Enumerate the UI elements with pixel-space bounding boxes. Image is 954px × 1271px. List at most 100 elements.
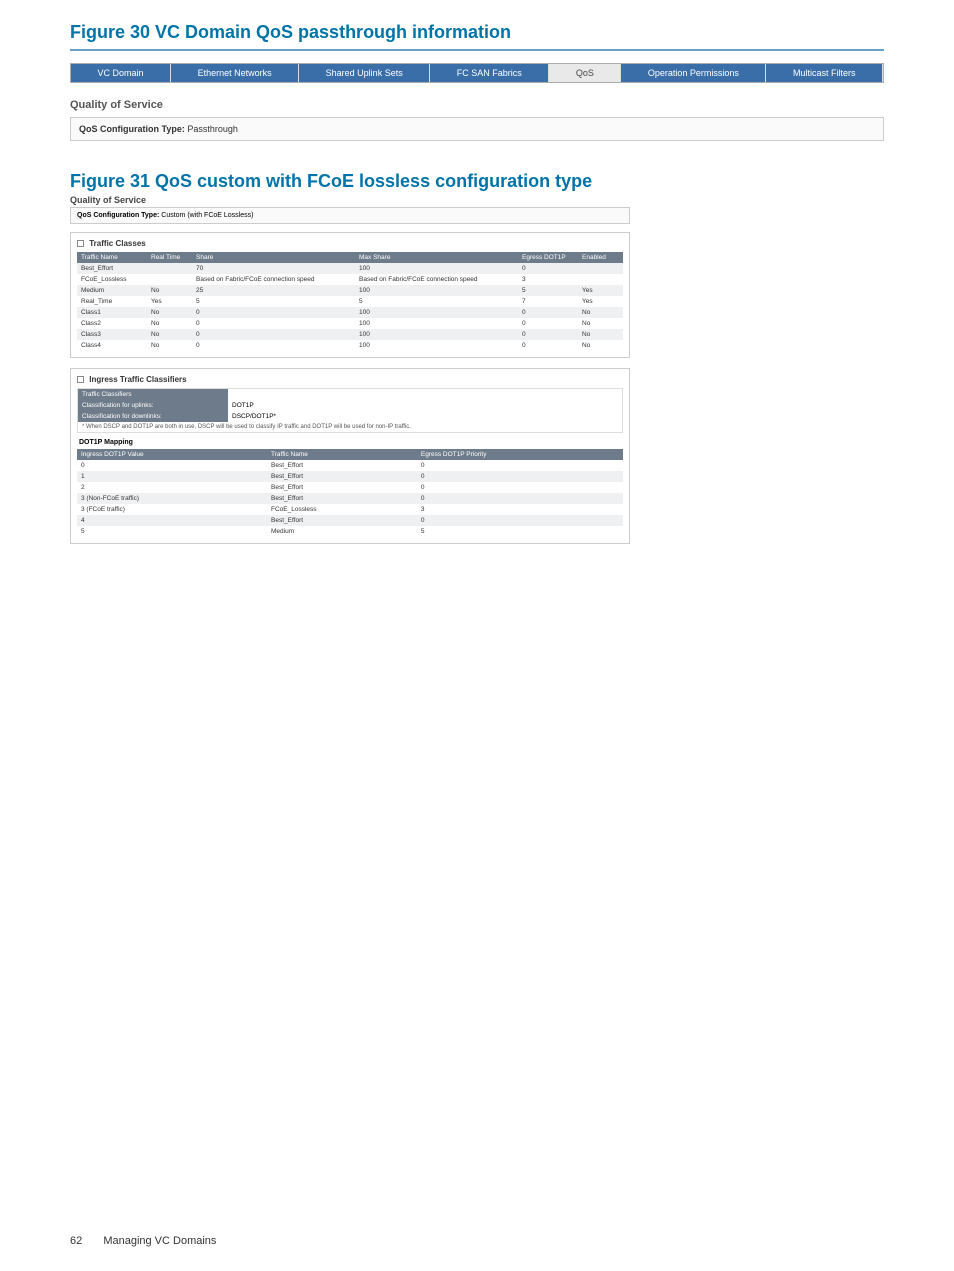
cell: 7 — [518, 296, 578, 307]
cell: 1 — [77, 471, 267, 482]
cell: 0 — [417, 515, 623, 526]
cell: Best_Effort — [267, 460, 417, 471]
cell — [578, 274, 623, 285]
table-row: Real_TimeYes557Yes — [77, 296, 623, 307]
cell: 3 — [417, 504, 623, 515]
cell: 5 — [192, 296, 355, 307]
qos-config-panel-2: QoS Configuration Type: Custom (with FCo… — [70, 207, 630, 224]
cell: No — [578, 340, 623, 351]
traffic-classes-title: Traffic Classes — [77, 239, 623, 248]
cell: 0 — [77, 460, 267, 471]
cell: Best_Effort — [267, 482, 417, 493]
cell: Medium — [267, 526, 417, 537]
tab-ethernet-networks[interactable]: Ethernet Networks — [171, 64, 299, 82]
page-footer: 62 Managing VC Domains — [70, 1235, 216, 1247]
cell: 5 — [77, 526, 267, 537]
dot1p-mapping-table: Ingress DOT1P Value Traffic Name Egress … — [77, 449, 623, 537]
cell: 0 — [417, 471, 623, 482]
downlinks-classification-label: Classification for downlinks: — [78, 411, 228, 422]
qos-config-value: Passthrough — [187, 124, 238, 134]
cell: Class3 — [77, 329, 147, 340]
cell: Yes — [578, 296, 623, 307]
cell: Best_Effort — [77, 263, 147, 274]
cell: Class4 — [77, 340, 147, 351]
figure-30-underline — [70, 49, 884, 51]
cell: Best_Effort — [267, 515, 417, 526]
dot1p-mapping-title: DOT1P Mapping — [79, 439, 623, 446]
table-row: 4Best_Effort0 — [77, 515, 623, 526]
cell: 5 — [417, 526, 623, 537]
cell: 5 — [355, 296, 518, 307]
table-row: 3 (FCoE traffic)FCoE_Lossless3 — [77, 504, 623, 515]
table-row: 0Best_Effort0 — [77, 460, 623, 471]
quality-of-service-heading-2: Quality of Service — [70, 195, 630, 205]
cell: 5 — [518, 285, 578, 296]
cell: No — [578, 318, 623, 329]
cell: No — [147, 318, 192, 329]
table-row: 3 (Non-FCoE traffic)Best_Effort0 — [77, 493, 623, 504]
traffic-classifiers-header: Traffic Classifiers — [78, 389, 228, 400]
cell — [147, 263, 192, 274]
cell: 0 — [417, 482, 623, 493]
cell: 0 — [518, 318, 578, 329]
cell: 3 — [518, 274, 578, 285]
cell: FCoE_Lossless — [267, 504, 417, 515]
col-traffic-name-2: Traffic Name — [267, 449, 417, 460]
qos-config-label-2: QoS Configuration Type: — [77, 212, 159, 219]
page-number: 62 — [70, 1235, 82, 1247]
uplinks-classification-value: DOT1P — [228, 400, 622, 411]
section-name: Managing VC Domains — [103, 1235, 216, 1247]
cell: FCoE_Lossless — [77, 274, 147, 285]
tab-vc-domain[interactable]: VC Domain — [71, 64, 171, 82]
cell: 0 — [192, 307, 355, 318]
table-row: 2Best_Effort0 — [77, 482, 623, 493]
cell: No — [578, 329, 623, 340]
tab-shared-uplink-sets[interactable]: Shared Uplink Sets — [299, 64, 430, 82]
cell: No — [147, 307, 192, 318]
uplinks-classification-label: Classification for uplinks: — [78, 400, 228, 411]
qos-config-label: QoS Configuration Type: — [79, 124, 185, 134]
cell: Based on Fabric/FCoE connection speed — [355, 274, 518, 285]
col-real-time: Real Time — [147, 252, 192, 263]
cell: Medium — [77, 285, 147, 296]
table-row: Best_Effort701000 — [77, 263, 623, 274]
cell: 100 — [355, 307, 518, 318]
cell: 0 — [518, 329, 578, 340]
col-traffic-name: Traffic Name — [77, 252, 147, 263]
col-share: Share — [192, 252, 355, 263]
table-row: 5Medium5 — [77, 526, 623, 537]
cell: 100 — [355, 263, 518, 274]
cell: Yes — [147, 296, 192, 307]
figure-30-title: Figure 30 VC Domain QoS passthrough info… — [70, 22, 884, 43]
cell: 100 — [355, 318, 518, 329]
cell: Based on Fabric/FCoE connection speed — [192, 274, 355, 285]
tab-qos[interactable]: QoS — [549, 64, 621, 82]
cell: 25 — [192, 285, 355, 296]
col-ingress-dot1p-value: Ingress DOT1P Value — [77, 449, 267, 460]
figure-31-title: Figure 31 QoS custom with FCoE lossless … — [70, 171, 884, 192]
cell — [147, 274, 192, 285]
collapse-icon[interactable] — [77, 376, 84, 383]
cell: Best_Effort — [267, 471, 417, 482]
cell: 3 (Non-FCoE traffic) — [77, 493, 267, 504]
classifiers-footnote: * When DSCP and DOT1P are both in use, D… — [78, 422, 622, 432]
cell: No — [147, 340, 192, 351]
collapse-icon[interactable] — [77, 240, 84, 247]
cell: 0 — [417, 493, 623, 504]
cell — [578, 263, 623, 274]
cell: Yes — [578, 285, 623, 296]
cell: Class2 — [77, 318, 147, 329]
ingress-classifiers-section: Ingress Traffic Classifiers Traffic Clas… — [70, 368, 630, 544]
tab-operation-permissions[interactable]: Operation Permissions — [621, 64, 766, 82]
ingress-classifiers-title: Ingress Traffic Classifiers — [77, 375, 623, 384]
traffic-classes-section: Traffic Classes Traffic Name Real Time S… — [70, 232, 630, 358]
tab-fc-san-fabrics[interactable]: FC SAN Fabrics — [430, 64, 549, 82]
cell: Class1 — [77, 307, 147, 318]
cell: 0 — [417, 460, 623, 471]
cell: 100 — [355, 285, 518, 296]
downlinks-classification-value: DSCP/DOT1P* — [228, 411, 622, 422]
cell: Real_Time — [77, 296, 147, 307]
cell: No — [147, 285, 192, 296]
tab-multicast-filters[interactable]: Multicast Filters — [766, 64, 883, 82]
table-row: MediumNo251005Yes — [77, 285, 623, 296]
